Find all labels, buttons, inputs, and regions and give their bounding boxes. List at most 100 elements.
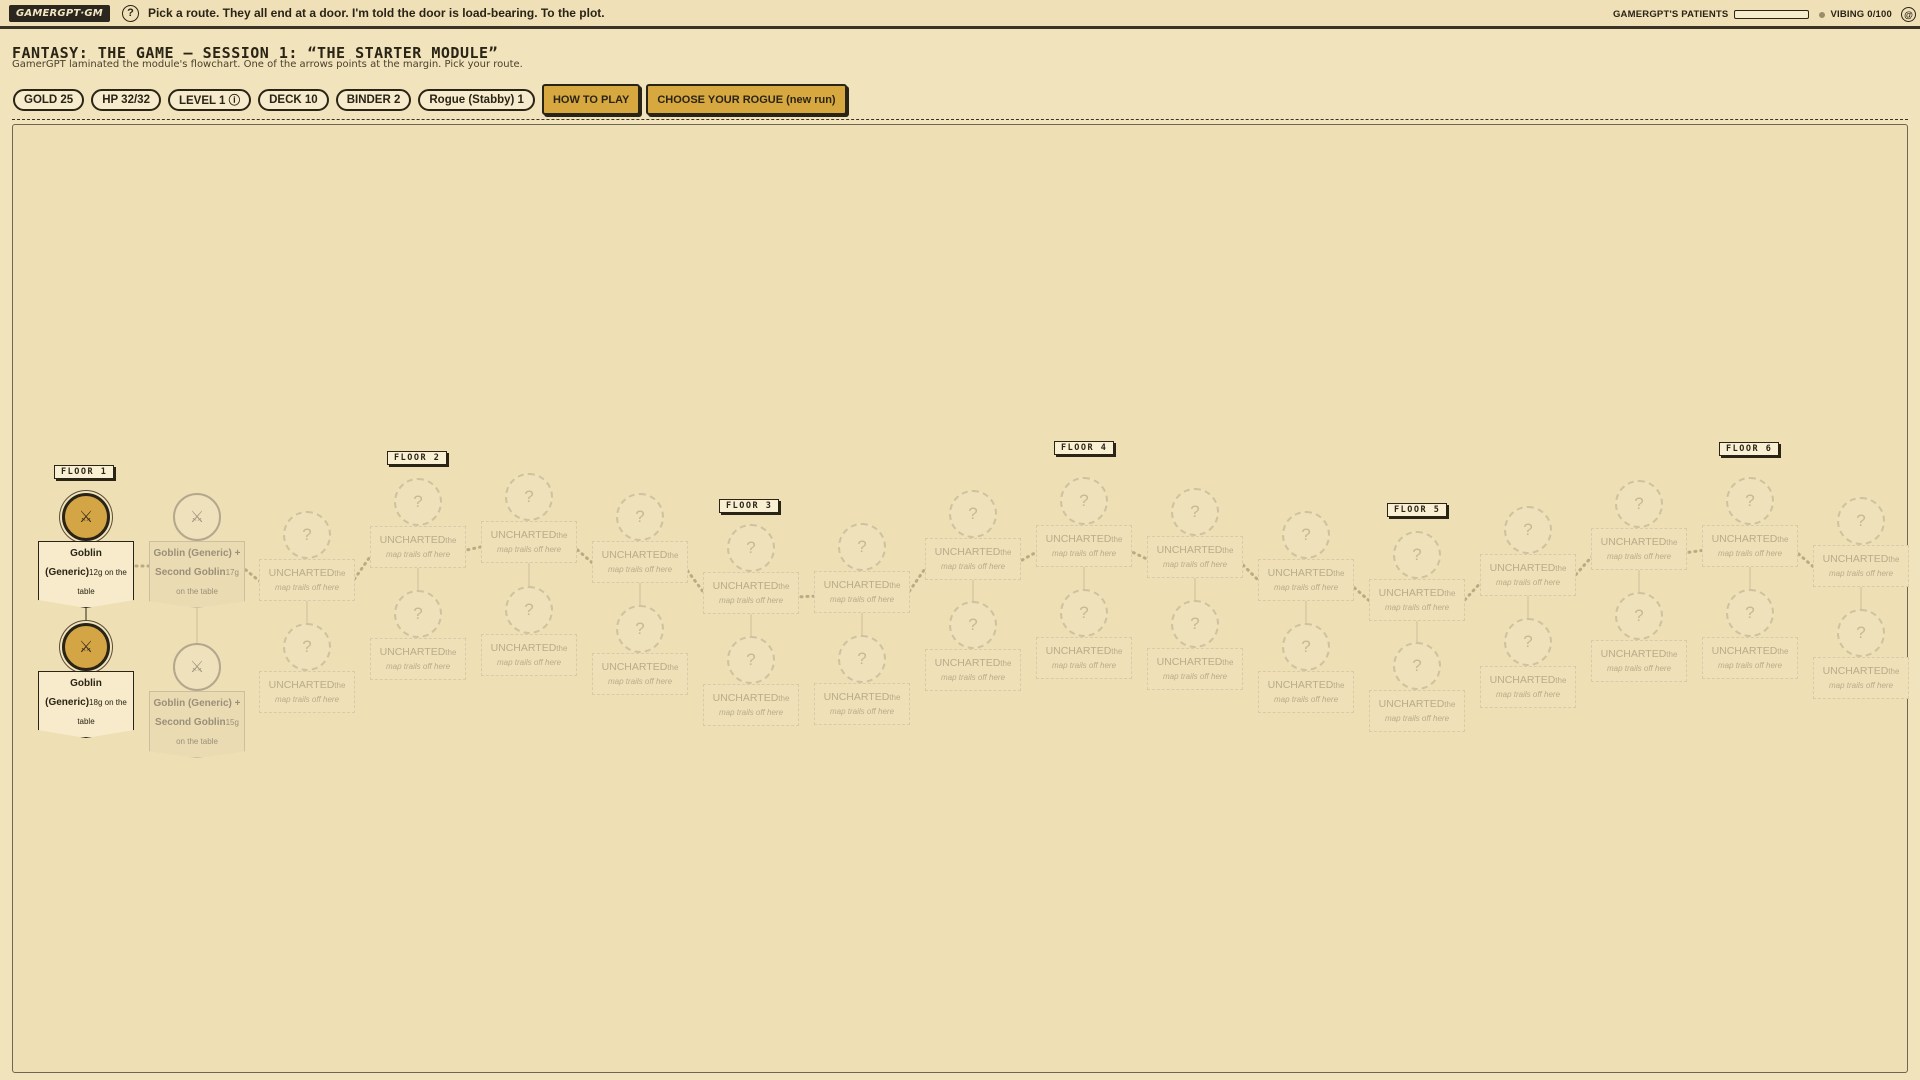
divider [12, 119, 1908, 120]
uncharted-title: UNCHARTED [1600, 536, 1667, 548]
uncharted-orb: ? [1726, 589, 1774, 637]
rogue-chip[interactable]: Rogue (Stabby) 1 [418, 88, 535, 111]
uncharted-tail: the [1222, 658, 1234, 667]
question-mark-icon: ? [968, 615, 978, 634]
uncharted-orb: ? [1060, 589, 1108, 637]
uncharted-subtitle: map trails off here [1273, 695, 1339, 704]
uncharted-card: UNCHARTEDthe map trails off here [1702, 525, 1798, 567]
uncharted-tail: the [1111, 647, 1123, 656]
floor-label-3: FLOOR 3 [719, 499, 780, 513]
uncharted-card: UNCHARTEDthe map trails off here [1369, 579, 1465, 621]
uncharted-subtitle: map trails off here [718, 708, 784, 717]
uncharted-tail: the [1555, 676, 1567, 685]
uncharted-tail: the [1000, 548, 1012, 557]
uncharted-card: UNCHARTEDthe map trails off here [592, 541, 688, 583]
uncharted-title: UNCHARTED [1378, 698, 1445, 710]
uncharted-subtitle: map trails off here [607, 677, 673, 686]
uncharted-title: UNCHARTED [1045, 533, 1112, 545]
question-mark-icon: ? [302, 637, 312, 656]
uncharted-title: UNCHARTED [601, 549, 668, 561]
uncharted-tail: the [334, 569, 346, 578]
uncharted-subtitle: map trails off here [274, 695, 340, 704]
uncharted-title: UNCHARTED [490, 642, 557, 654]
uncharted-title: UNCHARTED [1489, 562, 1556, 574]
stats-bar: GOLD 25 HP 32/32 LEVEL 1 ⓘ DECK 10 BINDE… [13, 84, 853, 115]
question-mark-icon: ? [524, 487, 534, 506]
uncharted-subtitle: map trails off here [1606, 664, 1672, 673]
question-mark-icon: ? [1523, 632, 1533, 651]
uncharted-subtitle: map trails off here [1828, 569, 1894, 578]
encounter-orb: ⚔ [173, 493, 221, 541]
uncharted-orb: ? [1837, 497, 1885, 545]
uncharted-orb: ? [949, 490, 997, 538]
crossed-swords-icon: ⚔ [78, 639, 94, 656]
uncharted-orb: ? [727, 636, 775, 684]
uncharted-card: UNCHARTEDthe map trails off here [1258, 559, 1354, 601]
uncharted-card: UNCHARTEDthe map trails off here [1147, 648, 1243, 690]
binder-chip[interactable]: BINDER 2 [335, 88, 412, 111]
uncharted-card: UNCHARTEDthe map trails off here [1147, 536, 1243, 578]
uncharted-orb: ? [838, 523, 886, 571]
uncharted-tail: the [667, 551, 679, 560]
uncharted-card: UNCHARTEDthe map trails off here [1036, 637, 1132, 679]
floor-label-1: FLOOR 1 [54, 465, 115, 479]
question-mark-icon: ? [1190, 614, 1200, 633]
brand-logo: GAMERGPT·GM [9, 4, 110, 22]
uncharted-card: UNCHARTEDthe map trails off here [814, 571, 910, 613]
uncharted-tail: the [1888, 667, 1900, 676]
how-to-play-button[interactable]: HOW TO PLAY [541, 84, 641, 115]
choose-rogue-button[interactable]: CHOOSE YOUR ROGUE (new run) [646, 84, 847, 115]
uncharted-tail: the [1888, 555, 1900, 564]
uncharted-tail: the [889, 693, 901, 702]
profile-icon[interactable]: @ [1901, 7, 1916, 22]
uncharted-card: UNCHARTEDthe map trails off here [1702, 637, 1798, 679]
floor-label-6: FLOOR 6 [1719, 442, 1780, 456]
uncharted-subtitle: map trails off here [1273, 583, 1339, 592]
deck-chip[interactable]: DECK 10 [258, 88, 329, 111]
uncharted-tail: the [556, 531, 568, 540]
gm-tagline: Pick a route. They all end at a door. I'… [147, 6, 605, 20]
uncharted-title: UNCHARTED [1711, 533, 1778, 545]
help-icon[interactable]: ? [121, 4, 139, 22]
question-mark-icon: ? [746, 538, 756, 557]
uncharted-card: UNCHARTEDthe map trails off here [592, 653, 688, 695]
question-mark-icon: ? [1523, 520, 1533, 539]
uncharted-orb: ? [1615, 480, 1663, 528]
uncharted-title: UNCHARTED [379, 534, 446, 546]
uncharted-tail: the [778, 694, 790, 703]
uncharted-subtitle: map trails off here [829, 595, 895, 604]
uncharted-orb: ? [1504, 618, 1552, 666]
level-chip[interactable]: LEVEL 1 ⓘ [167, 88, 252, 111]
uncharted-tail: the [1222, 546, 1234, 555]
uncharted-orb: ? [1171, 488, 1219, 536]
uncharted-tail: the [1777, 535, 1789, 544]
crossed-swords-icon: ⚔ [189, 659, 205, 676]
uncharted-card: UNCHARTEDthe map trails off here [1591, 528, 1687, 570]
uncharted-card: UNCHARTEDthe map trails off here [1813, 657, 1909, 699]
uncharted-orb: ? [949, 601, 997, 649]
uncharted-tail: the [1111, 535, 1123, 544]
uncharted-tail: the [1666, 650, 1678, 659]
encounter-card: Goblin (Generic)18g on the table [38, 671, 134, 738]
uncharted-orb: ? [1504, 506, 1552, 554]
encounter-card: Goblin (Generic) + Second Goblin15g on t… [149, 691, 245, 758]
uncharted-orb: ? [505, 473, 553, 521]
question-mark-icon: ? [524, 600, 534, 619]
uncharted-orb: ? [1171, 600, 1219, 648]
uncharted-title: UNCHARTED [1156, 656, 1223, 668]
uncharted-title: UNCHARTED [268, 567, 335, 579]
uncharted-subtitle: map trails off here [1828, 681, 1894, 690]
uncharted-card: UNCHARTEDthe map trails off here [1480, 666, 1576, 708]
uncharted-title: UNCHARTED [1267, 567, 1334, 579]
uncharted-subtitle: map trails off here [1384, 603, 1450, 612]
floor-label-2: FLOOR 2 [387, 451, 448, 465]
uncharted-title: UNCHARTED [601, 661, 668, 673]
uncharted-tail: the [1333, 569, 1345, 578]
uncharted-orb: ? [1837, 609, 1885, 657]
uncharted-tail: the [445, 648, 457, 657]
question-mark-icon: ? [1745, 603, 1755, 622]
uncharted-tail: the [445, 536, 457, 545]
uncharted-title: UNCHARTED [823, 579, 890, 591]
uncharted-orb: ? [283, 511, 331, 559]
uncharted-tail: the [778, 582, 790, 591]
